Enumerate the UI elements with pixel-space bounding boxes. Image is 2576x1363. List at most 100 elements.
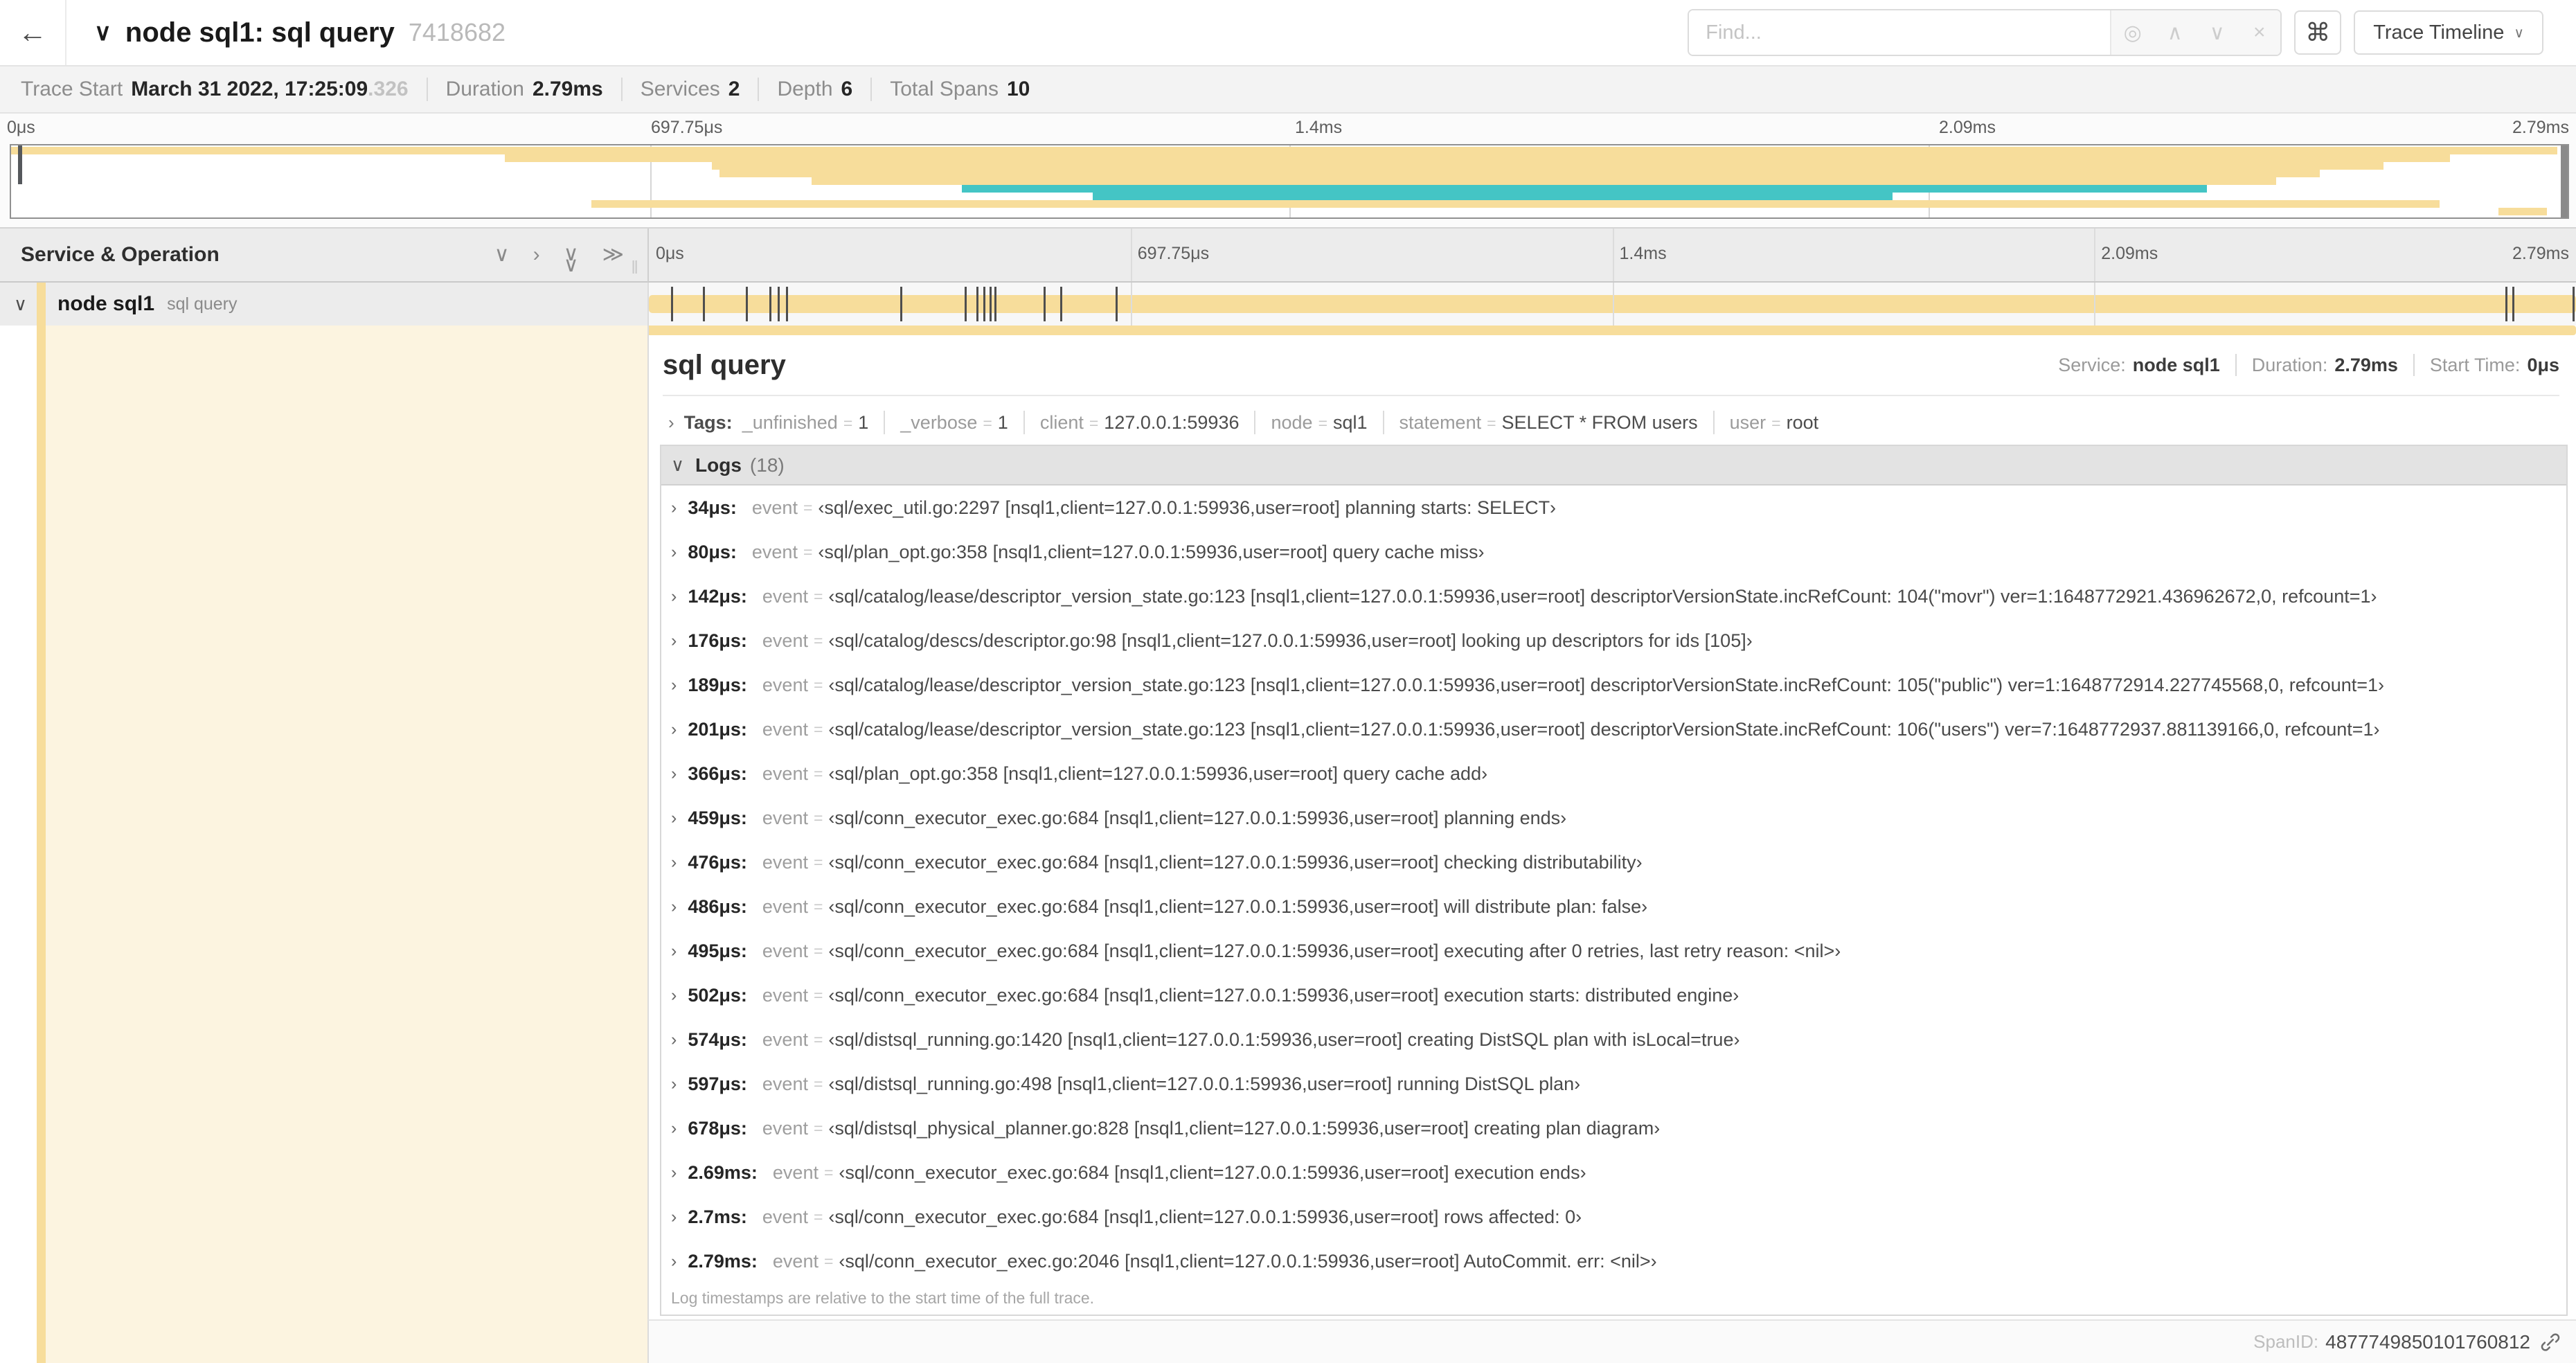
log-expand-icon[interactable]: › [671, 1074, 677, 1094]
log-expand-icon[interactable]: › [671, 853, 677, 873]
column-resize-grip[interactable]: ‖ [631, 257, 641, 278]
log-equals: = [813, 1030, 823, 1049]
tag-key: _verbose [900, 411, 978, 433]
log-row[interactable]: › 2.79ms: event = ‹sql/conn_executor_exec.go… [661, 1239, 2566, 1281]
log-row[interactable]: › 201μs: event = ‹sql/catalog/lease/descript… [661, 707, 2566, 751]
log-expand-icon[interactable]: › [671, 1030, 677, 1050]
logs-section: ∨ Logs (18) › 34μs: event = ‹sql/exec_util.g… [660, 445, 2568, 1316]
minimap-canvas[interactable] [10, 144, 2569, 219]
log-row[interactable]: › 495μs: event = ‹sql/conn_executor_exec.go:… [661, 929, 2566, 973]
log-expand-icon[interactable]: › [671, 542, 677, 562]
log-expand-icon[interactable]: › [671, 675, 677, 695]
log-expand-icon[interactable]: › [671, 986, 677, 1006]
log-row[interactable]: › 574μs: event = ‹sql/distsql_running.go:142… [661, 1017, 2566, 1062]
log-expand-icon[interactable]: › [671, 808, 677, 828]
minimap-scrub-handle-left[interactable] [18, 145, 22, 184]
collapse-one-icon[interactable]: ∨ [494, 244, 510, 265]
find-input[interactable] [1689, 10, 2111, 55]
log-equals: = [813, 853, 823, 871]
timeline-gridline [1612, 283, 1614, 326]
log-expand-icon[interactable]: › [671, 941, 677, 961]
log-row[interactable]: › 2.69ms: event = ‹sql/conn_executor_exec.go… [661, 1150, 2566, 1195]
back-button[interactable]: ← [0, 0, 66, 65]
tags-row[interactable]: › Tags: _unfinished = 1 _verbose = 1 client = 12… [663, 403, 2559, 442]
log-time: 502μs: [688, 984, 747, 1006]
log-equals: = [813, 941, 823, 960]
log-row[interactable]: › 459μs: event = ‹sql/conn_executor_exec.go:… [661, 796, 2566, 840]
trace-collapse-icon[interactable]: ∨ [94, 19, 111, 46]
log-row[interactable]: › 597μs: event = ‹sql/distsql_running.go:498… [661, 1062, 2566, 1106]
deep-link-icon[interactable] [2540, 1332, 2561, 1353]
log-field-label: event [762, 1073, 808, 1094]
tag-key: client [1039, 411, 1084, 433]
log-expand-icon[interactable]: › [671, 631, 677, 651]
log-field-label: event [762, 896, 808, 917]
log-row[interactable]: › 366μs: event = ‹sql/plan_opt.go:358 [nsql1… [661, 751, 2566, 796]
log-row[interactable]: › 486μs: event = ‹sql/conn_executor_exec.go:… [661, 884, 2566, 929]
log-row[interactable]: › 176μs: event = ‹sql/catalog/descs/descript… [661, 618, 2566, 663]
log-equals: = [813, 986, 823, 1004]
logs-collapse-icon[interactable]: ∨ [671, 454, 684, 476]
logs-header[interactable]: ∨ Logs (18) [661, 446, 2566, 485]
time-tick-label: 697.75μs [1137, 244, 1210, 263]
summary-item-label: Total Spans [890, 78, 999, 100]
timeline-gridline [2094, 229, 2096, 281]
summary-divider [870, 78, 873, 101]
span-row-timeline[interactable] [647, 283, 2576, 326]
log-row[interactable]: › 34μs: event = ‹sql/exec_util.go:2297 [nsql… [661, 485, 2566, 530]
event-tick [778, 287, 780, 321]
header-actions: ◎ ∧ ∨ × ⌘ Trace Timeline ∨ [1688, 9, 2543, 56]
tags-expand-icon[interactable]: › [668, 412, 674, 434]
log-field-label: event [762, 1028, 808, 1050]
logs-list: › 34μs: event = ‹sql/exec_util.go:2297 [nsql… [661, 485, 2566, 1281]
log-expand-icon[interactable]: › [671, 897, 677, 917]
log-time: 2.79ms: [688, 1250, 758, 1272]
keyboard-shortcuts-button[interactable]: ⌘ [2294, 10, 2342, 55]
collapse-all-icon[interactable]: ∨ ∨ [564, 243, 579, 275]
log-field-label: event [762, 851, 808, 873]
minimap-ruler: 0μs 697.75μs 1.4ms 2.09ms 2.79ms [0, 118, 2576, 141]
find-target-icon[interactable]: ◎ [2111, 10, 2154, 55]
log-expand-icon[interactable]: › [671, 720, 677, 740]
minimap-span-bar [711, 162, 2384, 170]
find-prev-icon[interactable]: ∧ [2154, 10, 2196, 55]
log-equals: = [803, 542, 813, 561]
log-expand-icon[interactable]: › [671, 498, 677, 518]
detail-meta: Service: node sql1 Duration: 2.79ms Start Ti… [2058, 354, 2559, 376]
logs-note: Log timestamps are relative to the start… [671, 1289, 1095, 1307]
chevron-down-icon: ∨ [2514, 25, 2524, 41]
expand-all-icon[interactable]: ≫ [602, 244, 624, 265]
summary-item: Depth 6 [777, 78, 852, 101]
span-row-service[interactable]: ∨ node sql1 sql query [0, 283, 647, 326]
log-row[interactable]: › 189μs: event = ‹sql/catalog/lease/descript… [661, 663, 2566, 707]
log-row[interactable]: › 476μs: event = ‹sql/conn_executor_exec.go:… [661, 840, 2566, 884]
log-expand-icon[interactable]: › [671, 1119, 677, 1139]
expand-one-icon[interactable]: › [533, 244, 540, 265]
log-equals: = [813, 631, 823, 650]
view-selector-button[interactable]: Trace Timeline ∨ [2354, 10, 2543, 55]
event-tick [2573, 287, 2575, 321]
log-row[interactable]: › 502μs: event = ‹sql/conn_executor_exec.go:… [661, 973, 2566, 1017]
find-next-icon[interactable]: ∨ [2196, 10, 2238, 55]
timeline-gridline [2094, 283, 2096, 326]
log-time: 176μs: [688, 630, 747, 651]
log-value: ‹sql/conn_executor_exec.go:684 [nsql1,cl… [839, 1161, 1586, 1183]
log-row[interactable]: › 80μs: event = ‹sql/plan_opt.go:358 [nsql1,… [661, 530, 2566, 574]
log-field-label: event [762, 1117, 808, 1139]
event-tick [1044, 287, 1046, 321]
summary-item: Total Spans 10 [890, 78, 1030, 101]
minimap-scrub-handle-right[interactable] [2561, 145, 2568, 217]
meta-label: Service: [2058, 354, 2126, 375]
detail-footer: SpanID: 4877749850101760812 [647, 1319, 2576, 1363]
event-tick [994, 287, 996, 321]
span-collapse-icon[interactable]: ∨ [14, 294, 27, 315]
log-row[interactable]: › 678μs: event = ‹sql/distsql_physical_plann… [661, 1106, 2566, 1150]
log-expand-icon[interactable]: › [671, 1251, 677, 1272]
find-clear-icon[interactable]: × [2238, 10, 2280, 55]
log-expand-icon[interactable]: › [671, 764, 677, 784]
log-expand-icon[interactable]: › [671, 587, 677, 607]
log-expand-icon[interactable]: › [671, 1163, 677, 1183]
log-row[interactable]: › 142μs: event = ‹sql/catalog/lease/descript… [661, 574, 2566, 618]
log-expand-icon[interactable]: › [671, 1207, 677, 1227]
log-row[interactable]: › 2.7ms: event = ‹sql/conn_executor_exec.go:… [661, 1195, 2566, 1239]
